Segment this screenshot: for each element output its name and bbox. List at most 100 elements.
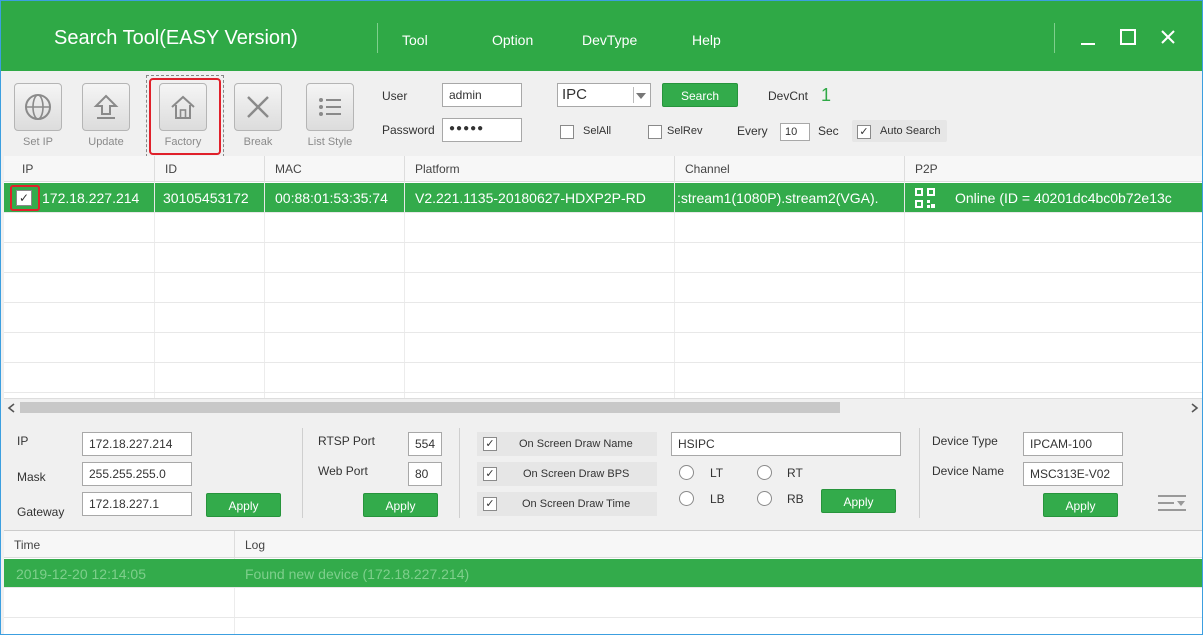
column-log[interactable]: Log	[235, 531, 1202, 557]
minimize-icon	[1081, 43, 1095, 45]
selrev-checkbox[interactable]	[648, 125, 662, 139]
draw-bps-checkbox[interactable]: ✓	[483, 467, 497, 481]
horizontal-scrollbar[interactable]	[4, 398, 1202, 415]
column-p2p[interactable]: P2P	[905, 156, 1202, 182]
device-type-label: Device Type	[932, 434, 998, 448]
selall-checkbox[interactable]	[560, 125, 574, 139]
list-icon	[319, 98, 341, 116]
log-table-header: Time Log	[4, 531, 1202, 558]
scroll-right-icon[interactable]	[1189, 403, 1199, 413]
radio-lt-label: LT	[710, 466, 724, 480]
log-row[interactable]: 2019-12-20 12:14:05 Found new device (17…	[4, 559, 1202, 588]
table-row	[4, 243, 1202, 273]
table-row	[4, 213, 1202, 243]
column-platform[interactable]: Platform	[405, 156, 675, 182]
osd-apply-button[interactable]: Apply	[821, 489, 896, 513]
cell-id: 30105453172	[155, 183, 265, 213]
maximize-icon	[1120, 29, 1136, 45]
devtype-select-value: IPC	[562, 86, 588, 103]
osd-name-input[interactable]: HSIPC	[671, 432, 901, 456]
list-style-button[interactable]: List Style	[305, 83, 355, 148]
radio-lb-label: LB	[710, 492, 725, 506]
radio-rb-label: RB	[787, 492, 804, 506]
maximize-button[interactable]	[1116, 25, 1140, 49]
column-id[interactable]: ID	[155, 156, 265, 182]
table-row	[4, 303, 1202, 333]
set-ip-button[interactable]: Set IP	[13, 83, 63, 148]
sec-label: Sec	[818, 124, 839, 138]
devcnt-label: DevCnt	[768, 89, 809, 103]
column-mac[interactable]: MAC	[265, 156, 405, 182]
rtsp-port-label: RTSP Port	[318, 434, 375, 448]
update-button[interactable]: Update	[81, 83, 131, 148]
draw-time-checkbox[interactable]: ✓	[483, 497, 497, 511]
mask-input[interactable]: 255.255.255.0	[82, 462, 192, 486]
every-label: Every	[737, 124, 768, 138]
rtsp-port-input[interactable]: 554	[408, 432, 442, 456]
password-input[interactable]: ●●●●●	[442, 118, 522, 142]
settings-panel: IP 172.18.227.214 Mask 255.255.255.0 Gat…	[1, 416, 1202, 529]
cell-mac: 00:88:01:53:35:74	[265, 183, 405, 213]
auto-search-label: Auto Search	[880, 125, 941, 137]
web-port-input[interactable]: 80	[408, 462, 442, 486]
device-name-input[interactable]: MSC313E-V02	[1023, 462, 1123, 486]
password-label: Password	[382, 123, 435, 137]
log-row	[4, 588, 1202, 618]
scroll-left-icon[interactable]	[7, 403, 17, 413]
device-type-input[interactable]: IPCAM-100	[1023, 432, 1123, 456]
draw-name-label: On Screen Draw Name	[519, 438, 633, 450]
minimize-button[interactable]	[1076, 25, 1100, 49]
gateway-label: Gateway	[17, 505, 65, 519]
menu-help[interactable]: Help	[692, 32, 721, 48]
log-table: Time Log 2019-12-20 12:14:05 Found new d…	[4, 530, 1202, 634]
device-apply-button[interactable]: Apply	[1043, 493, 1118, 517]
ip-input[interactable]: 172.18.227.214	[82, 432, 192, 456]
gateway-input[interactable]: 172.18.227.1	[82, 492, 192, 516]
devcnt-value: 1	[821, 85, 832, 105]
table-row	[4, 273, 1202, 303]
selrev-label: SelRev	[667, 125, 703, 137]
close-icon	[1161, 30, 1175, 44]
close-button[interactable]	[1156, 25, 1180, 49]
radio-rt-label: RT	[787, 466, 803, 480]
ip-label: IP	[17, 434, 29, 448]
network-apply-button[interactable]: Apply	[206, 493, 281, 517]
user-input[interactable]: admin	[442, 83, 522, 107]
device-table: IP ID MAC Platform Channel P2P ✓ 172.18.…	[4, 156, 1202, 398]
column-time[interactable]: Time	[4, 531, 235, 557]
scrollbar-thumb[interactable]	[20, 402, 840, 413]
menu-devtype[interactable]: DevType	[582, 32, 637, 48]
break-button[interactable]: Break	[233, 83, 283, 148]
radio-rt[interactable]	[757, 465, 772, 480]
menu-option[interactable]: Option	[492, 32, 533, 48]
draw-bps-label: On Screen Draw BPS	[523, 468, 630, 480]
chevron-down-icon	[636, 93, 646, 99]
search-button[interactable]: Search	[662, 83, 738, 107]
menu-separator	[377, 23, 378, 53]
set-ip-label: Set IP	[23, 136, 53, 148]
devtype-select[interactable]: IPC	[557, 83, 651, 107]
radio-lt[interactable]	[679, 465, 694, 480]
table-row	[4, 363, 1202, 393]
menu-tool[interactable]: Tool	[402, 32, 428, 48]
table-row	[4, 333, 1202, 363]
every-interval-input[interactable]: 10	[780, 123, 810, 141]
device-table-header: IP ID MAC Platform Channel P2P	[4, 156, 1202, 182]
cell-p2p: Online (ID = 40201dc4bc0b72e13c	[955, 190, 1172, 206]
radio-lb[interactable]	[679, 491, 694, 506]
column-channel[interactable]: Channel	[675, 156, 905, 182]
toolbar: Set IP Update Factory Break List Style U…	[1, 71, 1202, 157]
qr-code-icon[interactable]	[914, 187, 936, 209]
auto-search-checkbox[interactable]: ✓	[857, 125, 871, 139]
globe-icon	[25, 94, 51, 120]
draw-name-checkbox[interactable]: ✓	[483, 437, 497, 451]
device-name-label: Device Name	[932, 464, 1005, 478]
break-label: Break	[243, 136, 273, 148]
radio-rb[interactable]	[757, 491, 772, 506]
ports-apply-button[interactable]: Apply	[363, 493, 438, 517]
column-ip[interactable]: IP	[4, 156, 155, 182]
table-row[interactable]: ✓ 172.18.227.214 30105453172 00:88:01:53…	[4, 183, 1202, 213]
cell-channel: :stream1(1080P).stream2(VGA).	[675, 183, 905, 213]
collapse-list-icon[interactable]	[1158, 494, 1186, 516]
cell-platform: V2.221.1135-20180627-HDXP2P-RD	[405, 183, 675, 213]
